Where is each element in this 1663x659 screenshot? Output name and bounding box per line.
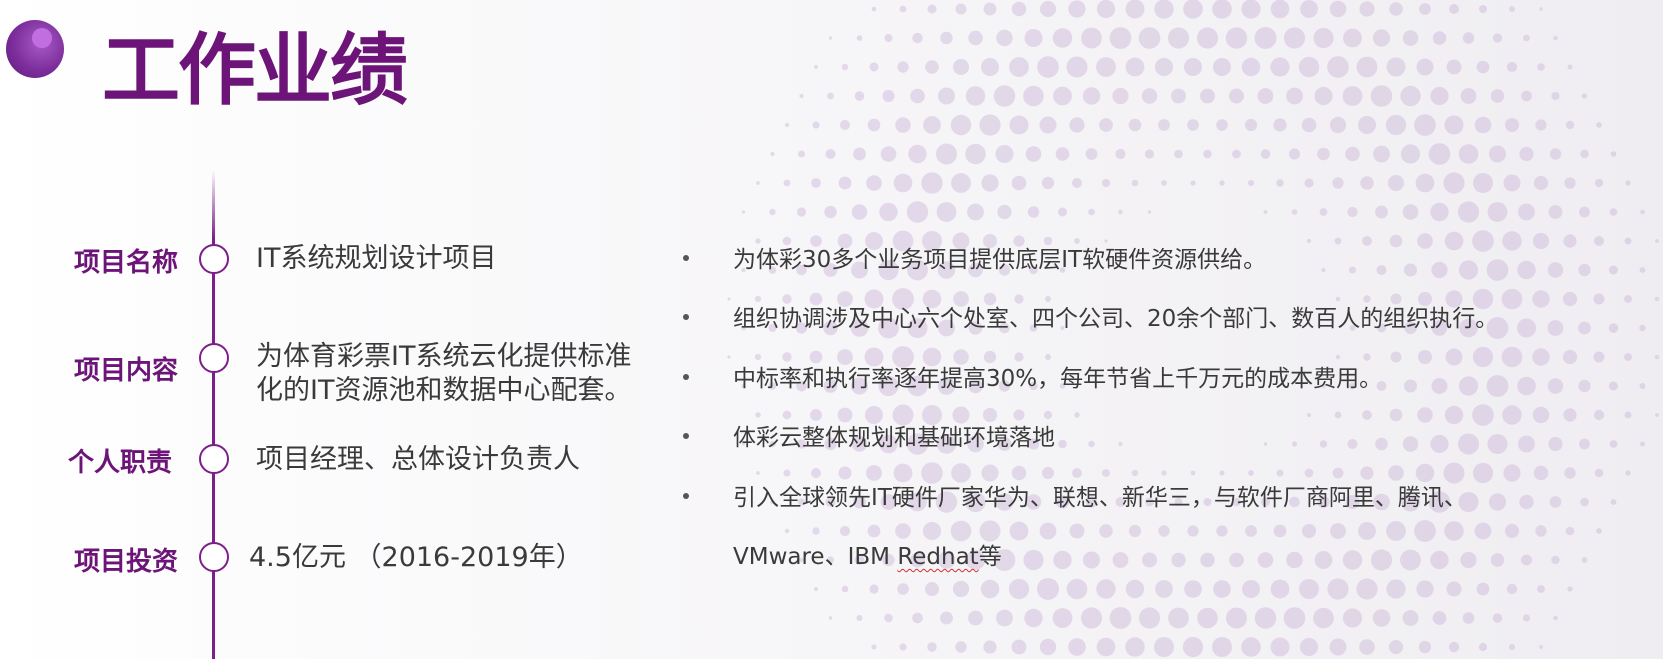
timeline-value-line: 化的IT资源池和数据中心配套。 [256,375,632,406]
timeline-value-project-content: 为体育彩票IT系统云化提供标准 化的IT资源池和数据中心配套。 [256,340,631,408]
title-bullet-icon [6,20,64,78]
spellcheck-underlined-word: Redhat [897,544,979,570]
page-title: 工作业绩 [102,26,408,116]
timeline-label-project-content: 项目内容 [74,356,179,386]
timeline-label-responsibility: 个人职责 [68,448,173,478]
timeline-node-icon [199,244,229,274]
bullet-icon [683,433,689,439]
timeline-label-project-name: 项目名称 [74,248,179,278]
bullet-icon [683,314,689,320]
timeline-value-line: 为体育彩票IT系统云化提供标准 [256,341,632,372]
timeline-label-investment: 项目投资 [74,547,179,577]
timeline-value-project-name: IT系统规划设计项目 [256,243,497,274]
timeline-node-icon [199,343,229,373]
bullet-icon [683,493,689,499]
bullet-icon [683,374,689,380]
timeline-value-responsibility: 项目经理、总体设计负责人 [256,444,580,475]
timeline-node-icon [199,444,229,474]
timeline-node-icon [199,542,229,572]
bullet-icon [683,255,689,261]
timeline-value-investment: 4.5亿元 （2016-2019年） [249,542,583,573]
